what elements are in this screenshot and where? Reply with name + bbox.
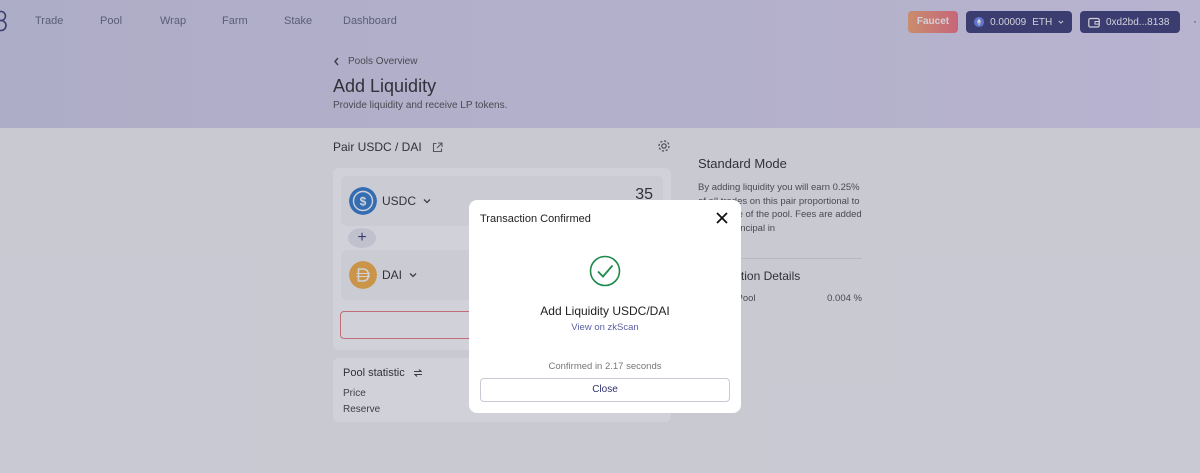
modal-title: Transaction Confirmed [480,213,591,225]
check-circle-icon [589,255,621,287]
modal-heading: Add Liquidity USDC/DAI [540,304,670,318]
close-icon[interactable] [715,211,729,225]
close-button[interactable]: Close [480,378,730,402]
transaction-confirmed-modal: Transaction Confirmed Add Liquidity USDC… [469,200,741,413]
view-on-zkscan-link[interactable]: View on zkScan [469,322,741,333]
confirmation-time: Confirmed in 2.17 seconds [548,361,662,372]
